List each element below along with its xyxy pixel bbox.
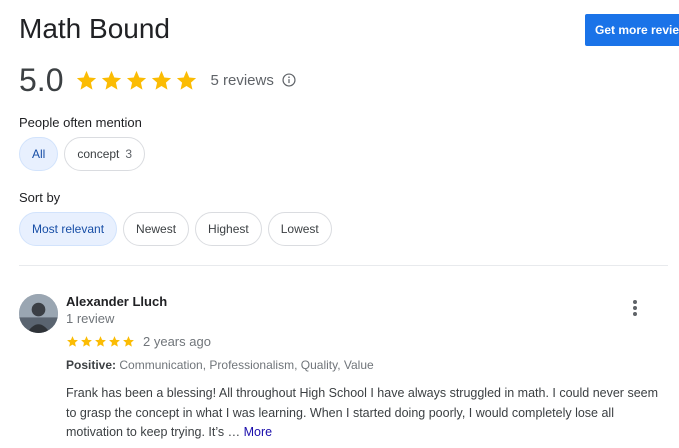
star-icon xyxy=(109,336,120,347)
review-body: Frank has been a blessing! All throughou… xyxy=(66,386,659,439)
rating-summary: 5.0 5 reviews xyxy=(19,60,296,100)
review-time: 2 years ago xyxy=(143,334,211,349)
star-icon xyxy=(152,70,172,90)
chip-label: All xyxy=(32,147,46,161)
reviewer-name[interactable]: Alexander Lluch xyxy=(66,294,167,309)
positive-values: Communication, Professionalism, Quality,… xyxy=(119,358,374,372)
mentions-chips: All concept 3 xyxy=(19,137,146,171)
chip-count: 3 xyxy=(125,147,133,161)
info-icon[interactable] xyxy=(282,73,296,87)
star-icon xyxy=(95,336,106,347)
star-icon xyxy=(177,70,197,90)
chip-all[interactable]: All xyxy=(19,137,59,171)
avatar[interactable] xyxy=(19,294,58,333)
star-icon xyxy=(81,336,92,347)
star-icon xyxy=(123,336,134,347)
get-more-reviews-button[interactable]: Get more reviews xyxy=(585,14,679,46)
review-rating-row: 2 years ago xyxy=(66,334,211,349)
more-options-icon[interactable] xyxy=(628,298,642,318)
review-text: Frank has been a blessing! All throughou… xyxy=(66,384,666,443)
more-link[interactable]: More xyxy=(244,425,272,439)
place-title: Math Bound xyxy=(19,13,170,44)
review-stars xyxy=(66,335,135,348)
rating-stars xyxy=(75,69,198,92)
star-icon xyxy=(102,70,122,90)
chip-concept[interactable]: concept 3 xyxy=(64,137,146,171)
mentions-label: People often mention xyxy=(19,115,142,130)
positive-attributes: Positive: Communication, Professionalism… xyxy=(66,358,374,372)
chip-label: concept xyxy=(77,147,120,161)
divider xyxy=(19,265,668,266)
sort-options: Most relevant Newest Highest Lowest xyxy=(19,212,332,246)
average-rating: 5.0 xyxy=(19,61,64,98)
star-icon xyxy=(127,70,147,90)
sort-lowest[interactable]: Lowest xyxy=(267,212,332,246)
sort-most-relevant[interactable]: Most relevant xyxy=(19,212,118,246)
review-count: 5 reviews xyxy=(210,71,274,89)
sort-highest[interactable]: Highest xyxy=(195,212,262,246)
positive-label: Positive: xyxy=(66,358,117,372)
sort-label: Sort by xyxy=(19,190,61,205)
star-icon xyxy=(77,70,97,90)
sort-newest[interactable]: Newest xyxy=(123,212,190,246)
star-icon xyxy=(67,336,78,347)
reviewer-meta: 1 review xyxy=(66,311,115,326)
